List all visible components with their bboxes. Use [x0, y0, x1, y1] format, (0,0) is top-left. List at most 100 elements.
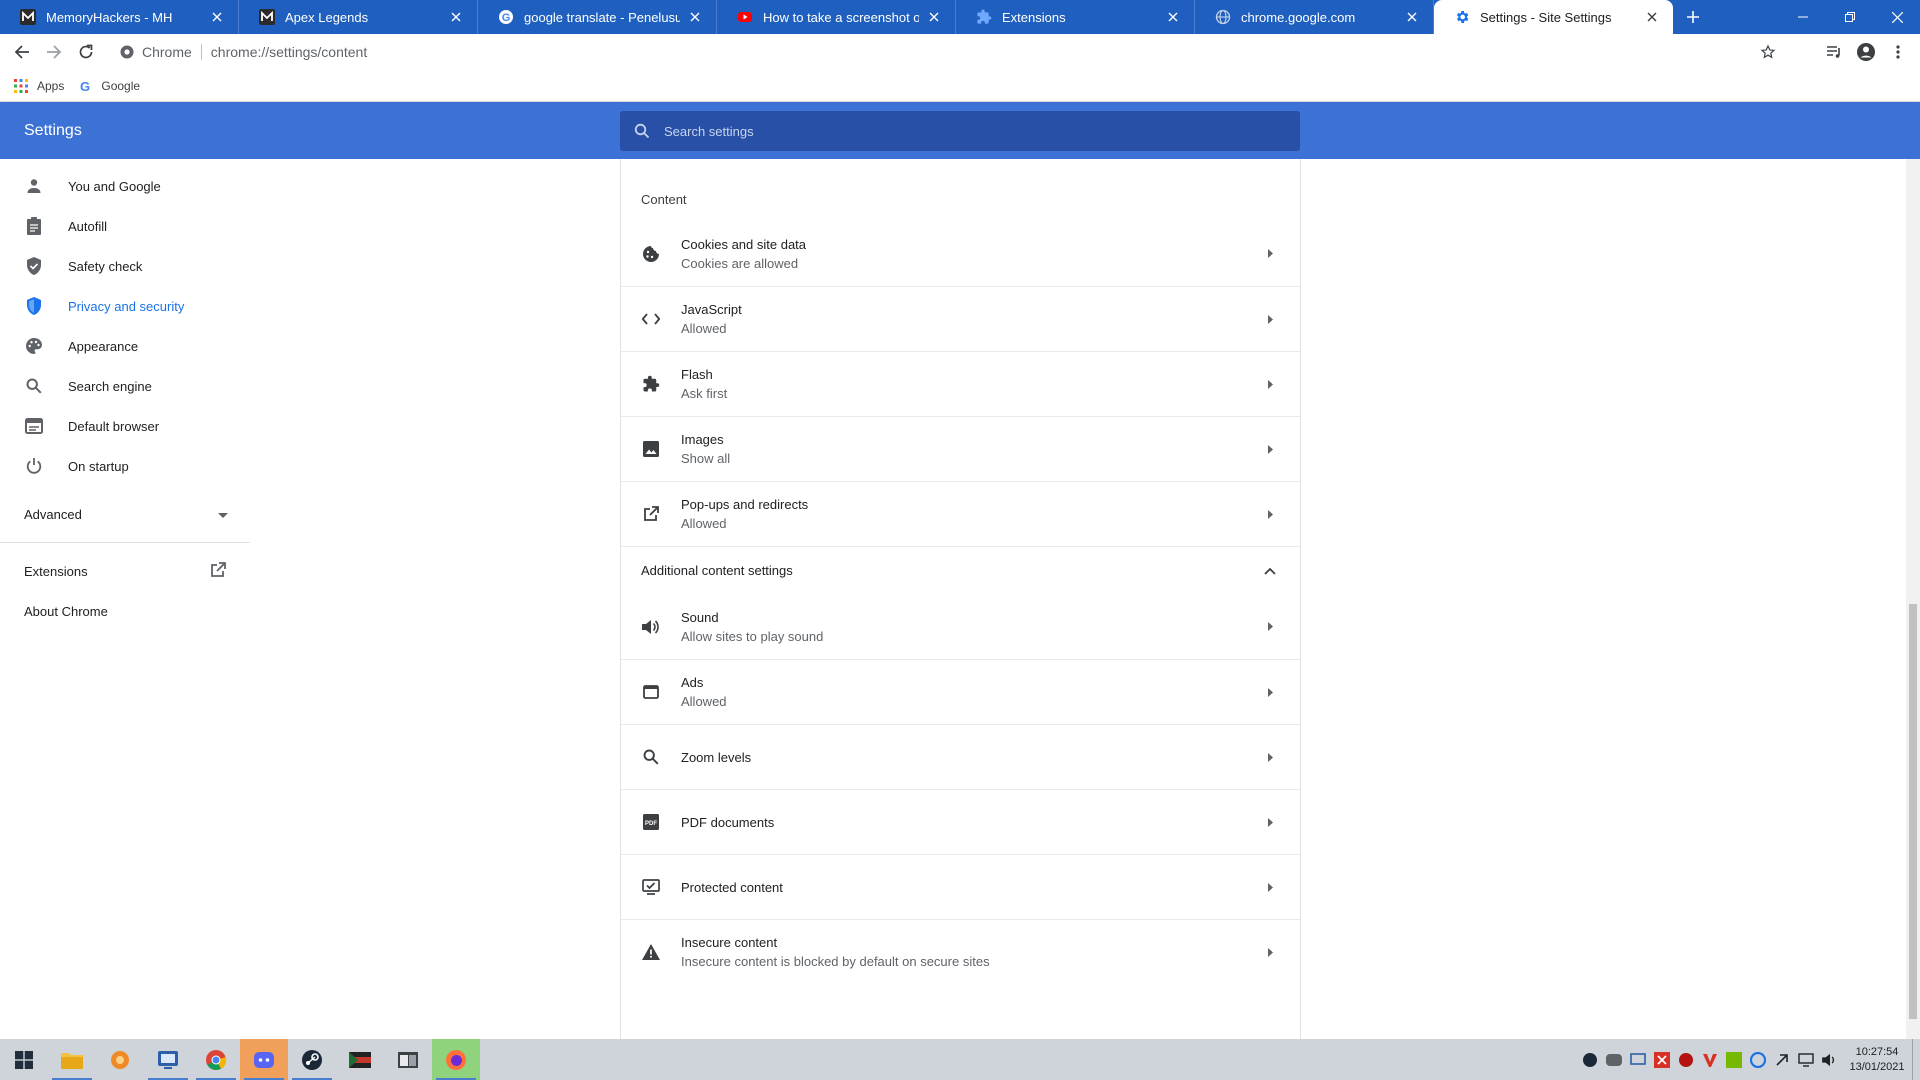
- taskbar-app-flag[interactable]: [336, 1039, 384, 1080]
- back-button[interactable]: [6, 34, 38, 70]
- window-close-button[interactable]: [1874, 0, 1920, 34]
- sidebar-item-about-chrome[interactable]: About Chrome: [0, 591, 250, 631]
- content-setting-insecure-content[interactable]: Insecure content Insecure content is bloc…: [621, 919, 1300, 984]
- sidebar-item-safety-check[interactable]: Safety check: [0, 246, 250, 286]
- ads-icon: [641, 682, 661, 702]
- nvidia-tray-icon[interactable]: [1722, 1039, 1746, 1080]
- globe-icon: [1215, 9, 1231, 25]
- taskbar-steam[interactable]: [288, 1039, 336, 1080]
- setting-label: Protected content: [681, 879, 783, 895]
- browser-toolbar: Chrome chrome://settings/content: [0, 34, 1920, 70]
- forward-button[interactable]: [38, 34, 70, 70]
- steam-tray-icon[interactable]: [1578, 1039, 1602, 1080]
- settings-header: Settings Search settings: [0, 102, 1920, 159]
- close-icon[interactable]: [208, 8, 226, 26]
- content-setting-ads[interactable]: Ads Allowed: [621, 659, 1300, 724]
- discord-icon: [254, 1051, 274, 1068]
- content-setting-protected-content[interactable]: Protected content: [621, 854, 1300, 919]
- sidebar-item-privacy-and-security[interactable]: Privacy and security: [0, 286, 250, 326]
- folder-icon: [61, 1052, 83, 1069]
- content-setting-cookies[interactable]: Cookies and site data Cookies are allowed: [621, 221, 1300, 286]
- tab-google-translate[interactable]: G google translate - Penelusuran G: [478, 0, 717, 34]
- sidebar-item-default-browser[interactable]: Default browser: [0, 406, 250, 446]
- close-icon[interactable]: [447, 8, 465, 26]
- taskbar-file-explorer[interactable]: [48, 1039, 96, 1080]
- bookmarks-bar: Apps G Google: [0, 70, 1920, 102]
- content-setting-flash[interactable]: Flash Ask first: [621, 351, 1300, 416]
- sidebar-item-on-startup[interactable]: On startup: [0, 446, 250, 486]
- page-scrollbar[interactable]: [1906, 159, 1920, 1039]
- volume-icon: [641, 617, 661, 637]
- taskbar-clock[interactable]: 10:27:54 13/01/2021: [1842, 1045, 1912, 1075]
- search-icon: [634, 123, 650, 139]
- dropdown-arrow-icon: [218, 507, 228, 522]
- apps-grid-icon: [14, 78, 28, 93]
- address-bar[interactable]: Chrome chrome://settings/content: [110, 37, 1790, 67]
- tab-settings[interactable]: Settings - Site Settings: [1434, 0, 1673, 34]
- chevron-right-icon: [1260, 747, 1280, 767]
- network-icon[interactable]: [1794, 1039, 1818, 1080]
- restore-icon: [1845, 12, 1855, 22]
- red-circle-tray-icon[interactable]: [1674, 1039, 1698, 1080]
- star-icon[interactable]: [1760, 44, 1776, 63]
- bookmark-google[interactable]: G Google: [78, 79, 140, 93]
- scrollbar-thumb[interactable]: [1909, 604, 1917, 1019]
- steam-icon: [302, 1049, 322, 1070]
- tab-apex-legends[interactable]: Apex Legends: [239, 0, 478, 34]
- sidebar-item-autofill[interactable]: Autofill: [0, 206, 250, 246]
- sidebar-item-search-engine[interactable]: Search engine: [0, 366, 250, 406]
- close-icon[interactable]: [1403, 8, 1421, 26]
- sidebar-item-extensions[interactable]: Extensions: [0, 551, 250, 591]
- close-icon[interactable]: [1164, 8, 1182, 26]
- profile-button[interactable]: [1850, 34, 1882, 70]
- setting-status: Allowed: [681, 321, 727, 336]
- close-icon[interactable]: [1643, 8, 1661, 26]
- taskbar-app-blender[interactable]: [96, 1039, 144, 1080]
- show-desktop-button[interactable]: [1912, 1039, 1920, 1080]
- taskbar-app-snip[interactable]: [144, 1039, 192, 1080]
- taskbar-app-window[interactable]: [384, 1039, 432, 1080]
- content-setting-popups[interactable]: Pop-ups and redirects Allowed: [621, 481, 1300, 546]
- v-tray-icon[interactable]: [1698, 1039, 1722, 1080]
- tab-youtube-screenshot[interactable]: How to take a screenshot on a P: [717, 0, 956, 34]
- section-heading-additional: Additional content settings: [641, 563, 793, 578]
- volume-icon[interactable]: [1818, 1039, 1842, 1080]
- tab-memoryhackers[interactable]: MemoryHackers - MH: [0, 0, 239, 34]
- close-icon[interactable]: [686, 8, 704, 26]
- restore-button[interactable]: [1827, 0, 1873, 34]
- minimize-button[interactable]: [1780, 0, 1826, 34]
- google-icon: G: [80, 79, 90, 93]
- tab-extensions[interactable]: Extensions: [956, 0, 1195, 34]
- close-icon[interactable]: [925, 8, 943, 26]
- tab-chrome-google[interactable]: chrome.google.com: [1195, 0, 1434, 34]
- reload-button[interactable]: [70, 34, 102, 70]
- open-in-new-icon: [641, 504, 661, 524]
- content-setting-pdf-documents[interactable]: PDF PDF documents: [621, 789, 1300, 854]
- menu-button[interactable]: [1882, 34, 1914, 70]
- media-button[interactable]: [1818, 34, 1850, 70]
- search-input[interactable]: Search settings: [620, 111, 1300, 151]
- setting-status: Show all: [681, 451, 731, 466]
- content-setting-zoom-levels[interactable]: Zoom levels: [621, 724, 1300, 789]
- sidebar-item-you-and-google[interactable]: You and Google: [0, 166, 250, 206]
- content-setting-images[interactable]: Images Show all: [621, 416, 1300, 481]
- content-setting-sound[interactable]: Sound Allow sites to play sound: [621, 594, 1300, 659]
- new-tab-button[interactable]: [1673, 0, 1713, 34]
- windows-logo-icon: [15, 1050, 33, 1069]
- tab-title: How to take a screenshot on a P: [763, 9, 919, 25]
- sidebar-advanced-toggle[interactable]: Advanced: [0, 494, 250, 534]
- start-button[interactable]: [0, 1039, 48, 1080]
- system-tray: 10:27:54 13/01/2021: [1578, 1039, 1920, 1080]
- taskbar-firefox[interactable]: [432, 1039, 480, 1080]
- bookmark-apps[interactable]: Apps: [14, 78, 64, 93]
- taskbar-chrome[interactable]: [192, 1039, 240, 1080]
- tray-arrow-icon[interactable]: [1770, 1039, 1794, 1080]
- monitor-tray-icon[interactable]: [1626, 1039, 1650, 1080]
- content-setting-javascript[interactable]: JavaScript Allowed: [621, 286, 1300, 351]
- x-tray-icon[interactable]: [1650, 1039, 1674, 1080]
- discord-tray-icon[interactable]: [1602, 1039, 1626, 1080]
- additional-content-settings-toggle[interactable]: Additional content settings: [621, 546, 1300, 594]
- sidebar-item-appearance[interactable]: Appearance: [0, 326, 250, 366]
- g-tray-icon[interactable]: [1746, 1039, 1770, 1080]
- taskbar-discord[interactable]: [240, 1039, 288, 1080]
